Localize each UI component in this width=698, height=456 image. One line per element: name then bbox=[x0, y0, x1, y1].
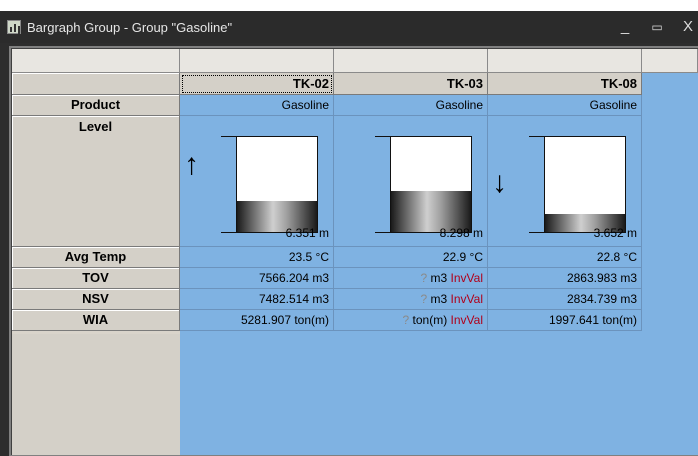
row-label-nsv: NSV bbox=[12, 289, 180, 310]
tov-cell-tk02[interactable]: 7566.204 m3 bbox=[180, 268, 334, 289]
client-area: TK-02 TK-03 TK-08 Product Gasoline Gasol… bbox=[9, 46, 698, 456]
product-cell-tk02[interactable]: Gasoline bbox=[180, 95, 334, 116]
product-cell-tk03[interactable]: Gasoline bbox=[334, 95, 488, 116]
arrow-up-icon: ↑ bbox=[184, 148, 199, 181]
unknown-marker: ? bbox=[420, 271, 428, 285]
unknown-marker: ? bbox=[402, 313, 410, 327]
unit-label: m3 bbox=[430, 292, 448, 306]
tank-bottom-tick bbox=[529, 232, 545, 233]
maximize-button[interactable]: ▭ bbox=[646, 17, 668, 37]
level-value: 3.652 m bbox=[593, 226, 637, 240]
tov-cell-tk08[interactable]: 2863.983 m3 bbox=[488, 268, 642, 289]
minimize-button[interactable]: _ bbox=[614, 17, 636, 37]
level-cell-tk02[interactable]: ↑ 6.351 m bbox=[180, 116, 334, 247]
wia-cell-tk08[interactable]: 1997.641 ton(m) bbox=[488, 310, 642, 331]
invalid-value-flag: InvVal bbox=[450, 313, 483, 327]
close-button[interactable]: X bbox=[677, 17, 698, 37]
tank-top-tick bbox=[375, 136, 391, 137]
wia-cell-tk03[interactable]: ? ton(m) InvVal bbox=[334, 310, 488, 331]
tank-bottom-tick bbox=[221, 232, 237, 233]
tank-header-corner bbox=[12, 73, 180, 95]
level-value: 8.298 m bbox=[439, 226, 483, 240]
row-label-tov: TOV bbox=[12, 268, 180, 289]
bargraph-grid: TK-02 TK-03 TK-08 Product Gasoline Gasol… bbox=[11, 48, 698, 455]
title-bar[interactable]: Bargraph Group - Group "Gasoline" _ ▭ X bbox=[0, 11, 698, 43]
tank-bottom-tick bbox=[375, 232, 391, 233]
column-blank-header bbox=[642, 49, 698, 73]
column-blank-header[interactable] bbox=[334, 49, 488, 73]
tank-top-tick bbox=[529, 136, 545, 137]
level-cell-tk08[interactable]: ↓ 3.652 m bbox=[488, 116, 642, 247]
window-title: Bargraph Group - Group "Gasoline" bbox=[27, 20, 233, 35]
tank-header-tk08[interactable]: TK-08 bbox=[488, 73, 642, 95]
invalid-value-flag: InvVal bbox=[450, 271, 483, 285]
tank-bargraph bbox=[390, 136, 472, 233]
invalid-value-flag: InvVal bbox=[450, 292, 483, 306]
nsv-cell-tk03[interactable]: ? m3 InvVal bbox=[334, 289, 488, 310]
level-cell-tk03[interactable]: 8.298 m bbox=[334, 116, 488, 247]
tov-cell-tk03[interactable]: ? m3 InvVal bbox=[334, 268, 488, 289]
row-header-empty-area bbox=[12, 334, 180, 455]
tank-top-tick bbox=[221, 136, 237, 137]
corner-header bbox=[12, 49, 180, 73]
tank-bargraph bbox=[236, 136, 318, 233]
row-label-level: Level bbox=[12, 116, 180, 247]
product-cell-tk08[interactable]: Gasoline bbox=[488, 95, 642, 116]
row-label-product: Product bbox=[12, 95, 180, 116]
avg-temp-cell-tk03[interactable]: 22.9 °C bbox=[334, 247, 488, 268]
grid-empty-right bbox=[643, 49, 698, 455]
avg-temp-cell-tk08[interactable]: 22.8 °C bbox=[488, 247, 642, 268]
unit-label: m3 bbox=[430, 271, 448, 285]
wia-cell-tk02[interactable]: 5281.907 ton(m) bbox=[180, 310, 334, 331]
unit-label: ton(m) bbox=[412, 313, 448, 327]
unknown-marker: ? bbox=[420, 292, 428, 306]
row-label-avg-temp: Avg Temp bbox=[12, 247, 180, 268]
level-value: 6.351 m bbox=[285, 226, 329, 240]
arrow-down-icon: ↓ bbox=[492, 166, 507, 199]
column-blank-header[interactable] bbox=[180, 49, 334, 73]
tank-bargraph bbox=[544, 136, 626, 233]
nsv-cell-tk08[interactable]: 2834.739 m3 bbox=[488, 289, 642, 310]
avg-temp-cell-tk02[interactable]: 23.5 °C bbox=[180, 247, 334, 268]
bargraph-window: Bargraph Group - Group "Gasoline" _ ▭ X … bbox=[0, 11, 698, 456]
tank-header-tk02[interactable]: TK-02 bbox=[180, 73, 334, 95]
tank-header-tk03[interactable]: TK-03 bbox=[334, 73, 488, 95]
row-label-wia: WIA bbox=[12, 310, 180, 331]
nsv-cell-tk02[interactable]: 7482.514 m3 bbox=[180, 289, 334, 310]
column-blank-header[interactable] bbox=[488, 49, 642, 73]
app-bargraph-icon bbox=[7, 20, 21, 34]
